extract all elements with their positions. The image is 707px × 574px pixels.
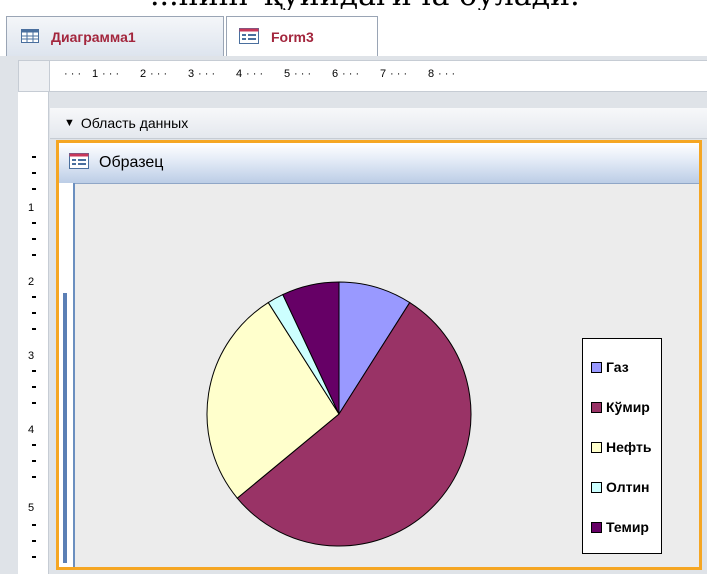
ruler-tick-label: 4	[28, 424, 35, 436]
legend-label: Кўмир	[606, 399, 650, 415]
legend-item: Нефть	[583, 427, 661, 467]
ruler-tick-label: 1	[92, 68, 99, 80]
legend-label: Олтин	[606, 479, 650, 495]
ruler-tick-label: 5	[28, 502, 35, 514]
legend-label: Нефть	[606, 439, 652, 455]
legend-swatch	[591, 401, 602, 413]
ruler-tick-label: 3	[28, 350, 35, 362]
ruler-tick-label: 1	[28, 202, 35, 214]
table-icon	[21, 28, 39, 46]
legend-item: Олтин	[583, 467, 661, 507]
legend-swatch	[591, 361, 602, 373]
subform-scroll-indicator	[63, 293, 67, 563]
section-header-detail[interactable]: ▼ Область данных	[50, 108, 707, 139]
ruler-tick-label: 2	[140, 68, 147, 80]
ruler-tick-label: 4	[236, 68, 243, 80]
ruler-tick-label: 6	[332, 68, 339, 80]
subform-title-bar[interactable]: Образец	[59, 143, 699, 184]
ruler-tick-label: 8	[428, 68, 435, 80]
ruler-tick-label: 5	[284, 68, 291, 80]
legend-swatch	[591, 481, 602, 493]
legend-item: Кўмир	[583, 387, 661, 427]
legend-item: Газ	[583, 347, 661, 387]
chart-area: Газ Кўмир Нефть Олтин Темир	[75, 184, 699, 567]
ruler-corner[interactable]	[18, 60, 50, 92]
legend-swatch	[591, 441, 602, 453]
tab-diagramma1[interactable]: Диаграмма1	[6, 16, 224, 57]
chart-legend: Газ Кўмир Нефть Олтин Темир	[582, 338, 662, 554]
ruler-tick-label: 3	[188, 68, 195, 80]
tab-form3[interactable]: Form3	[226, 16, 378, 58]
ruler-tick-label: 7	[380, 68, 387, 80]
vertical-ruler[interactable]: 1 2 3 4 5	[18, 92, 49, 574]
subform-title: Образец	[99, 154, 164, 171]
subform-record-selector[interactable]	[59, 183, 75, 567]
legend-label: Газ	[606, 359, 629, 375]
form-icon	[239, 27, 259, 47]
section-label: Область данных	[80, 115, 189, 131]
legend-label: Темир	[606, 519, 649, 535]
tab-label: Диаграмма1	[51, 29, 136, 45]
tab-label: Form3	[271, 29, 314, 45]
section-arrow-icon: ▼	[64, 117, 75, 129]
horizontal-ruler[interactable]: · · · 1 · · · 2 · · · 3 · · · 4 · · · 5 …	[50, 60, 707, 92]
legend-item: Темир	[583, 507, 661, 547]
subform-control[interactable]: Образец Газ Кўмир Нефть Олтин Темир	[56, 140, 702, 570]
ruler-tick-label: 2	[28, 276, 35, 288]
form-icon	[69, 152, 89, 174]
document-tab-bar: Диаграмма1 Form3	[0, 10, 707, 58]
legend-swatch	[591, 521, 602, 533]
